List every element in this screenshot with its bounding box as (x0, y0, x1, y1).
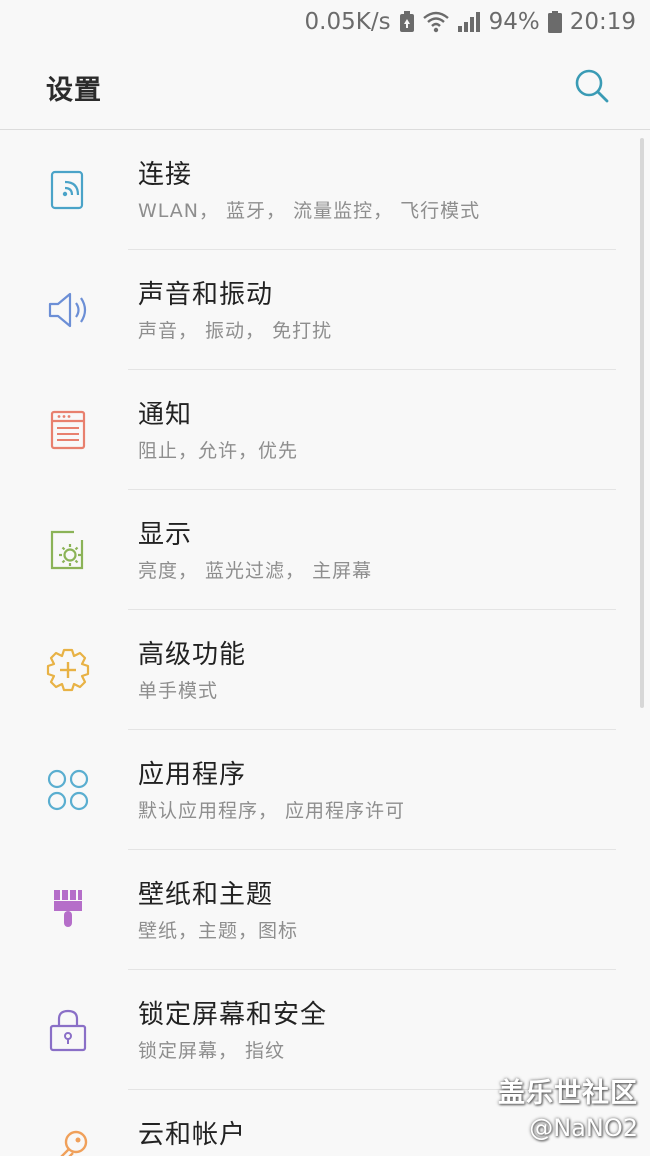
clock: 20:19 (569, 9, 636, 35)
brush-icon (54, 890, 82, 927)
settings-item-title: 应用程序 (138, 760, 247, 790)
watermark-brand: 盖乐世社区 (498, 1078, 638, 1109)
settings-item-display[interactable]: 显示 亮度， 蓝光过滤， 主屏幕 (0, 490, 650, 610)
app-header: 设置 (0, 44, 650, 130)
settings-item-title: 高级功能 (138, 640, 247, 670)
settings-item-title: 连接 (138, 160, 193, 190)
settings-item-subtitle: 阻止，允许，优先 (138, 440, 299, 462)
search-icon (575, 69, 609, 103)
settings-item-title: 锁定屏幕和安全 (138, 1000, 328, 1030)
wifi-icon (422, 11, 449, 33)
settings-item-subtitle: 壁纸，主题，图标 (138, 920, 299, 942)
status-bar: 0.05K/s 94% 20:19 (0, 0, 650, 44)
settings-item-title: 通知 (138, 400, 193, 430)
battery-percent: 94% (488, 9, 540, 35)
settings-item-sound[interactable]: 声音和振动 声音， 振动， 免打扰 (0, 250, 650, 370)
data-saver-icon (399, 11, 415, 33)
settings-item-wallpaper-themes[interactable]: 壁纸和主题 壁纸，主题，图标 (0, 850, 650, 970)
settings-screen: 0.05K/s 94% 20:19 设置 连接 WLAN， 蓝牙， 流量监控， … (0, 0, 650, 1156)
settings-list: 连接 WLAN， 蓝牙， 流量监控， 飞行模式 声音和振动 声音， 振动， 免打… (0, 130, 650, 1156)
page-title: 设置 (46, 75, 102, 106)
settings-item-connections[interactable]: 连接 WLAN， 蓝牙， 流量监控， 飞行模式 (0, 130, 650, 250)
settings-item-title: 壁纸和主题 (138, 880, 274, 910)
display-icon (50, 530, 84, 570)
settings-item-advanced-features[interactable]: 高级功能 单手模式 (0, 610, 650, 730)
settings-item-notifications[interactable]: 通知 阻止，允许，优先 (0, 370, 650, 490)
lock-icon (49, 1009, 87, 1052)
watermark-user: @NaNO2 (529, 1114, 638, 1142)
search-button[interactable] (572, 66, 612, 106)
scrollbar[interactable] (640, 138, 644, 708)
connections-icon (50, 170, 84, 210)
settings-item-subtitle: 单手模式 (138, 680, 219, 702)
settings-item-title: 显示 (138, 520, 193, 550)
notification-icon (50, 410, 86, 450)
key-icon (60, 1130, 88, 1156)
settings-item-subtitle: 声音， 振动， 免打扰 (138, 320, 333, 342)
settings-item-title: 声音和振动 (138, 280, 274, 310)
settings-item-apps[interactable]: 应用程序 默认应用程序， 应用程序许可 (0, 730, 650, 850)
watermark: 盖乐世社区 @NaNO2 (498, 1071, 638, 1142)
settings-item-subtitle: 亮度， 蓝光过滤， 主屏幕 (138, 560, 373, 582)
advanced-features-icon (46, 648, 90, 692)
net-speed: 0.05K/s (304, 9, 391, 35)
apps-icon (47, 769, 89, 811)
settings-item-subtitle: 默认应用程序， 应用程序许可 (138, 800, 406, 822)
battery-icon (547, 11, 562, 33)
speaker-icon (48, 292, 87, 328)
settings-item-subtitle: WLAN， 蓝牙， 流量监控， 飞行模式 (138, 200, 481, 222)
signal-icon (457, 11, 481, 33)
settings-item-subtitle: 锁定屏幕， 指纹 (138, 1040, 286, 1062)
